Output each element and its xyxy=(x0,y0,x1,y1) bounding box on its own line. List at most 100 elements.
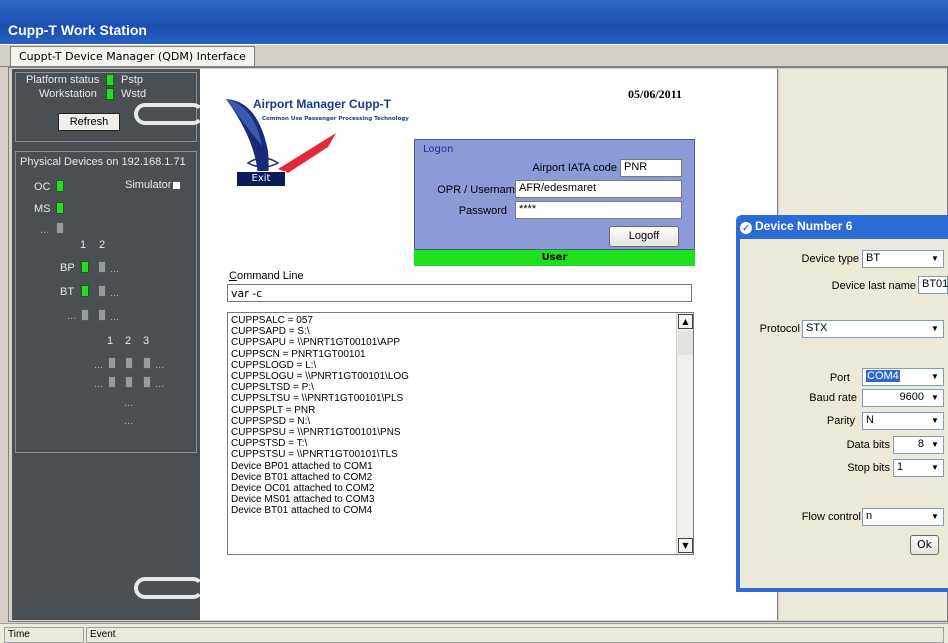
binder-ring-top xyxy=(134,103,204,125)
scroll-down-icon[interactable]: ▼ xyxy=(678,538,693,553)
password-label: Password xyxy=(458,205,507,217)
flow-control-select[interactable]: n ▼ xyxy=(862,508,944,526)
devices-box xyxy=(15,151,197,453)
data-bits-label: Data bits xyxy=(846,439,890,451)
command-line-label-accelerator: C xyxy=(229,270,237,282)
r5-2-led[interactable] xyxy=(125,376,133,388)
command-line-input[interactable]: var -c xyxy=(227,284,692,302)
iata-label: Airport IATA code xyxy=(532,162,617,174)
r4-3-led[interactable] xyxy=(143,357,151,369)
ms-led[interactable] xyxy=(56,202,64,214)
device-dialog-title-text: Device Number 6 xyxy=(755,219,853,233)
window-titlebar: Cupp-T Work Station xyxy=(0,0,948,44)
workstation-label: Workstation xyxy=(39,88,97,100)
ellipsis-4: ... xyxy=(94,359,104,371)
command-line-label-rest: ommand Line xyxy=(236,270,304,282)
output-line: CUPPSPLT = PNR xyxy=(231,404,316,416)
iata-input[interactable]: PNR xyxy=(620,159,682,177)
ellipsis-1: ... xyxy=(40,224,50,236)
bt-1-led[interactable] xyxy=(81,285,89,297)
r5-3-led[interactable] xyxy=(143,376,151,388)
device-dialog-title: ✓ Device Number 6 xyxy=(740,219,852,234)
bp-1-led[interactable] xyxy=(81,261,89,273)
chevron-down-icon: ▼ xyxy=(931,440,939,449)
parity-value: N xyxy=(866,414,874,426)
bt-2-led[interactable] xyxy=(98,285,106,297)
chevron-down-icon: ▼ xyxy=(931,512,939,521)
password-input[interactable]: **** xyxy=(515,201,682,219)
username-label: OPR / Username xyxy=(437,184,521,196)
output-line: CUPPSLTSU = \\PNRT1GT00101\PLS xyxy=(231,393,404,405)
status-event: Event xyxy=(86,627,944,643)
scroll-up-icon[interactable]: ▲ xyxy=(678,314,693,329)
ellipsis-7: ... xyxy=(155,378,165,390)
output-line: CUPPSALC = 057 xyxy=(231,315,313,326)
ellipsis-5: ... xyxy=(155,359,165,371)
output-line: Device BT01 attached to COM4 xyxy=(231,505,373,517)
r4-2-led[interactable] xyxy=(125,357,133,369)
ok-button[interactable]: Ok xyxy=(910,535,939,555)
device-type-value: BT xyxy=(866,252,881,264)
command-output-area[interactable]: CUPPSALC = 057 CUPPSAPD = S:\ CUPPSAPU = \… xyxy=(227,312,694,555)
refresh-button[interactable]: Refresh xyxy=(58,113,120,131)
simulator-checkbox[interactable] xyxy=(172,181,181,190)
bt-label: BT xyxy=(60,286,75,298)
logon-title: Logon xyxy=(423,144,454,155)
device-slot-led[interactable] xyxy=(56,222,64,234)
port-value: COM4 xyxy=(866,370,900,382)
output-line: CUPPSPSU = \\PNRT1GT00101\PNS xyxy=(231,427,401,439)
baud-rate-label: Baud rate xyxy=(809,392,857,404)
output-scrollbar[interactable]: ▲ ▼ xyxy=(676,313,693,554)
ellipsis-bp: ... xyxy=(110,263,120,275)
window-title: Cupp-T Work Station xyxy=(8,22,147,38)
platform-status-label: Platform status xyxy=(26,74,100,86)
output-line: CUPPSLOGU = \\PNRT1GT00101\LOG xyxy=(231,371,409,383)
row3-1-led[interactable] xyxy=(81,309,89,321)
stop-bits-select[interactable]: 1 ▼ xyxy=(893,459,944,477)
baud-rate-value: 9600 xyxy=(899,391,924,403)
main-page: Airport Manager Cupp-T Common Use Passen… xyxy=(200,69,778,620)
output-line: Device BT01 attached to COM2 xyxy=(231,471,373,483)
device-last-name-input[interactable]: BT01 xyxy=(918,276,948,294)
r4-1-led[interactable] xyxy=(108,357,116,369)
data-bits-select[interactable]: 8 ▼ xyxy=(893,436,944,454)
output-line: CUPPSLOGD = L:\ xyxy=(231,359,317,371)
device-type-select[interactable]: BT ▼ xyxy=(862,250,944,268)
oc-led[interactable] xyxy=(56,180,64,192)
user-status-bar: User xyxy=(414,250,695,266)
output-line: CUPPSPSD = N:\ xyxy=(231,415,311,427)
device-type-label: Device type xyxy=(801,253,859,265)
r5-1-led[interactable] xyxy=(108,376,116,388)
stop-bits-label: Stop bits xyxy=(847,462,890,474)
devices-panel-title: Physical Devices on 192.168.1.71 xyxy=(20,156,186,168)
output-line: Device BP01 attached to COM1 xyxy=(231,460,373,472)
bp-2-led[interactable] xyxy=(98,261,106,273)
app-name: Airport Manager Cupp-T xyxy=(253,97,391,111)
app-subtitle: Common Use Passenger Processing Technolo… xyxy=(262,116,409,122)
ellipsis-2: ... xyxy=(67,310,77,322)
logon-panel: Logon Airport IATA code PNR OPR / Userna… xyxy=(414,139,695,250)
chevron-down-icon: ▼ xyxy=(931,463,939,472)
device-dialog: ✓ Device Number 6 Device type BT ▼ Device … xyxy=(736,215,948,592)
flow-control-value: n xyxy=(866,510,873,522)
exit-button[interactable]: Exit xyxy=(236,171,286,187)
username-input[interactable]: AFR/edesmaret xyxy=(515,180,682,198)
baud-rate-select[interactable]: 9600 ▼ xyxy=(862,389,944,407)
output-line: CUPPSTSU = \\PNRT1GT00101\TLS xyxy=(231,449,398,461)
ellipsis-bt: ... xyxy=(110,287,120,299)
col-3b-label: 3 xyxy=(143,335,150,347)
row3-2-led[interactable] xyxy=(98,309,106,321)
output-line: CUPPSCN = PNRT1GT00101 xyxy=(231,348,366,360)
port-select[interactable]: COM4 ▼ xyxy=(862,368,944,386)
ellipsis-8: ... xyxy=(124,397,134,409)
protocol-select[interactable]: STX ▼ xyxy=(802,320,944,338)
scroll-thumb[interactable] xyxy=(678,331,693,355)
data-bits-value: 8 xyxy=(917,438,924,450)
parity-select[interactable]: N ▼ xyxy=(862,412,944,430)
tab-device-manager[interactable]: Cuppt-T Device Manager (QDM) Interface xyxy=(10,46,255,66)
output-line: CUPPSLTSD = P:\ xyxy=(231,382,314,394)
chevron-down-icon: ▼ xyxy=(931,393,939,402)
binder-ring-bottom xyxy=(134,577,204,599)
chevron-down-icon: ▼ xyxy=(931,324,939,333)
logoff-button[interactable]: Logoff xyxy=(609,226,679,247)
